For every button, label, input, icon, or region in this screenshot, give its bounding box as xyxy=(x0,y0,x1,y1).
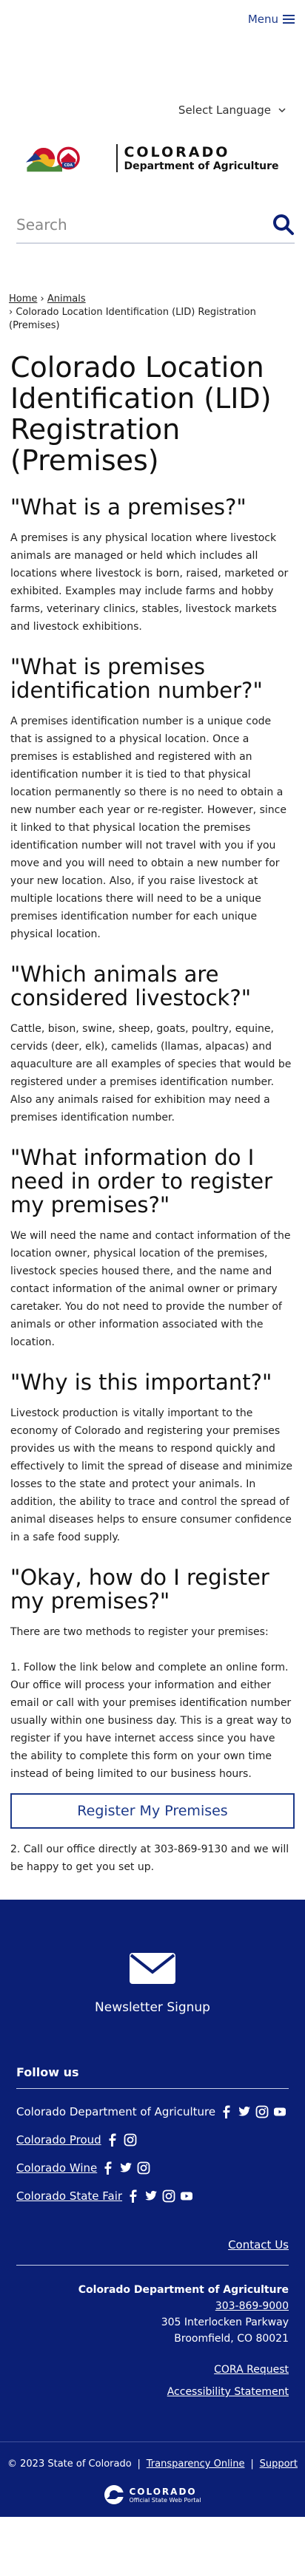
footer-address: Colorado Department of Agriculture 303-8… xyxy=(16,2282,289,2347)
menu-label: Menu xyxy=(247,13,278,26)
menu-button[interactable]: Menu xyxy=(248,13,295,26)
language-select[interactable]: Select Language xyxy=(178,103,286,117)
footer-separator: | xyxy=(250,2458,254,2470)
section-heading: "Why is this important?" xyxy=(10,1370,272,1395)
footer-address-line2: Broomfield, CO 80021 xyxy=(174,2333,289,2345)
site-header: Menu Select Language CDA COLORADO Depart… xyxy=(0,0,305,244)
footer-separator: | xyxy=(137,2458,141,2470)
facebook-icon[interactable] xyxy=(220,2105,233,2118)
cora-request-link[interactable]: CORA Request xyxy=(16,2359,289,2381)
twitter-icon[interactable] xyxy=(144,2189,158,2203)
colorado-agriculture-logo-icon: CDA xyxy=(26,146,81,172)
colorado-c-logo-icon xyxy=(104,2485,125,2504)
section-body: A premises is any physical location wher… xyxy=(10,532,289,633)
contact-us-link[interactable]: Contact Us xyxy=(16,2238,289,2266)
accessibility-statement-link[interactable]: Accessibility Statement xyxy=(16,2381,289,2403)
page-title: Colorado Location Identification (LID) R… xyxy=(10,351,272,477)
logo-badge-text: CDA xyxy=(64,163,73,168)
site-logo[interactable]: CDA COLORADO Department of Agriculture xyxy=(0,126,305,185)
social-row-colorado-proud: Colorado Proud xyxy=(16,2132,289,2148)
search-bar xyxy=(16,207,295,244)
portal-line2: Official State Web Portal xyxy=(129,2496,201,2504)
facebook-icon[interactable] xyxy=(101,2161,115,2175)
section-heading: "What information do I need in order to … xyxy=(10,1145,273,1217)
social-org-name: Colorado Department of Agriculture xyxy=(16,2105,216,2118)
envelope-icon xyxy=(130,1953,175,1984)
portal-text: COLORADO Official State Web Portal xyxy=(129,2487,201,2504)
social-org-name[interactable]: Colorado State Fair xyxy=(16,2188,122,2204)
instagram-icon[interactable] xyxy=(124,2133,137,2147)
instagram-icon[interactable] xyxy=(162,2189,175,2203)
facebook-icon[interactable] xyxy=(127,2189,140,2203)
department-name: COLORADO Department of Agriculture xyxy=(116,144,279,172)
footer-links: CORA Request Accessibility Statement xyxy=(16,2359,289,2403)
state-portal-logo[interactable]: COLORADO Official State Web Portal xyxy=(0,2470,305,2517)
copyright-text: © 2023 State of Colorado xyxy=(7,2458,132,2470)
instagram-icon[interactable] xyxy=(137,2161,150,2175)
breadcrumb-separator: › xyxy=(40,293,44,305)
top-bar: Menu xyxy=(0,0,305,38)
section-heading: "Okay, how do I register my premises?" xyxy=(10,1565,269,1614)
section-body: Cattle, bison, swine, sheep, goats, poul… xyxy=(10,1023,292,1124)
section-body: We will need the name and contact inform… xyxy=(10,1230,291,1348)
section-heading: "What is premises identification number?… xyxy=(10,654,263,703)
twitter-icon[interactable] xyxy=(119,2161,133,2175)
twitter-icon[interactable] xyxy=(238,2105,251,2118)
breadcrumb-current: Colorado Location Identification (LID) R… xyxy=(9,307,256,331)
newsletter-signup[interactable]: Newsletter Signup xyxy=(0,1900,305,2015)
portal-line1: COLORADO xyxy=(129,2486,197,2497)
breadcrumb-separator: › xyxy=(9,307,13,318)
footer-org-name: Colorado Department of Agriculture xyxy=(78,2284,289,2296)
follow-us-heading: Follow us xyxy=(16,2065,289,2089)
social-row-state-fair: Colorado State Fair xyxy=(16,2188,289,2204)
method-one-text: 1. Follow the link below and complete an… xyxy=(10,1662,292,1780)
instagram-icon[interactable] xyxy=(255,2105,269,2118)
social-org-name[interactable]: Colorado Wine xyxy=(16,2160,97,2176)
section-body: Livestock production is vitally importan… xyxy=(10,1407,292,1543)
social-links: Colorado Department of Agriculture Color… xyxy=(16,2104,289,2204)
footer-address-line1: 305 Interlocken Parkway xyxy=(161,2317,289,2328)
newsletter-label: Newsletter Signup xyxy=(95,2000,210,2015)
section-body: A premises identification number is a un… xyxy=(10,716,286,940)
section-body: There are two methods to register your p… xyxy=(10,1626,269,1638)
method-two-text: 2. Call our office directly at 303-869-9… xyxy=(10,1843,289,1873)
breadcrumb-home-link[interactable]: Home xyxy=(9,293,37,305)
language-row: Select Language xyxy=(0,38,305,126)
breadcrumb: Home › Animals › Colorado Location Ident… xyxy=(9,293,296,333)
section-heading: "Which animals are considered livestock?… xyxy=(10,962,252,1010)
site-footer: Newsletter Signup Follow us Colorado Dep… xyxy=(0,1900,305,2517)
search-icon[interactable] xyxy=(272,214,295,236)
search-input[interactable] xyxy=(16,216,272,234)
dept-name-line1: COLORADO xyxy=(124,144,230,160)
footer-phone[interactable]: 303-869-9000 xyxy=(16,2298,289,2314)
footer-bottom-bar: © 2023 State of Colorado | Transparency … xyxy=(0,2441,305,2470)
youtube-icon[interactable] xyxy=(180,2189,193,2203)
facebook-icon[interactable] xyxy=(106,2133,119,2147)
section-heading: "What is a premises?" xyxy=(10,495,247,520)
language-label: Select Language xyxy=(178,103,271,117)
register-premises-button[interactable]: Register My Premises xyxy=(10,1793,295,1829)
youtube-icon[interactable] xyxy=(273,2105,286,2118)
chevron-down-icon xyxy=(278,107,286,112)
social-row-cda: Colorado Department of Agriculture xyxy=(16,2104,289,2120)
support-link[interactable]: Support xyxy=(260,2458,298,2470)
social-row-colorado-wine: Colorado Wine xyxy=(16,2160,289,2176)
breadcrumb-animals-link[interactable]: Animals xyxy=(47,293,86,305)
transparency-online-link[interactable]: Transparency Online xyxy=(147,2458,245,2470)
dept-name-line2: Department of Agriculture xyxy=(124,160,279,172)
hamburger-icon xyxy=(283,15,295,24)
main-content: Colorado Location Identification (LID) R… xyxy=(0,352,305,1876)
social-org-name[interactable]: Colorado Proud xyxy=(16,2132,101,2148)
